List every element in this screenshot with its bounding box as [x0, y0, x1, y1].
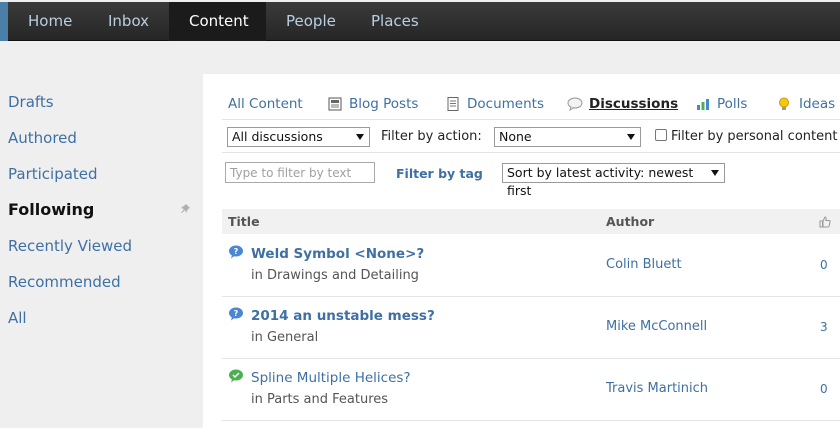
row-place[interactable]: in General — [251, 330, 318, 345]
row-title[interactable]: 2014 an unstable mess? — [251, 308, 435, 324]
sidebar-item-drafts[interactable]: Drafts — [8, 93, 54, 111]
table-row[interactable]: ? Weld Symbol <None>? in Drawings and De… — [222, 235, 840, 297]
personal-content-label: Filter by personal content — [671, 129, 838, 144]
column-author[interactable]: Author — [606, 214, 654, 229]
filter-action-select[interactable]: None — [494, 127, 641, 147]
speech-bubble-icon — [567, 97, 583, 111]
tab-discussions[interactable]: Discussions — [589, 96, 678, 112]
bar-chart-icon — [697, 99, 709, 110]
nav-inbox[interactable]: Inbox — [88, 2, 169, 41]
tabs-divider — [222, 119, 840, 120]
table-header — [222, 209, 840, 234]
tab-documents[interactable]: Documents — [467, 96, 544, 112]
row-author[interactable]: Travis Martinich — [606, 381, 708, 396]
nav-content[interactable]: Content — [169, 2, 266, 41]
top-nav-bar: Home Inbox Content People Places — [0, 2, 840, 41]
row-count: 3 — [820, 320, 828, 334]
question-icon: ? — [229, 307, 243, 321]
row-count: 0 — [820, 258, 828, 272]
table-row[interactable]: Spline Multiple Helices? in Parts and Fe… — [222, 359, 840, 421]
nav-accent — [0, 2, 8, 41]
question-icon: ? — [229, 245, 243, 259]
row-place[interactable]: in Parts and Features — [251, 392, 388, 407]
tab-polls[interactable]: Polls — [717, 96, 747, 112]
document-icon — [447, 97, 459, 111]
answered-icon — [229, 369, 243, 383]
row-title[interactable]: Spline Multiple Helices? — [251, 370, 411, 386]
nav-places[interactable]: Places — [350, 2, 434, 41]
row-title[interactable]: Weld Symbol <None>? — [251, 246, 424, 262]
discussion-type-select[interactable]: All discussions — [227, 127, 370, 147]
tab-ideas[interactable]: Ideas — [799, 96, 835, 112]
row-author[interactable]: Mike McConnell — [606, 319, 707, 334]
filter-by-tag-link[interactable]: Filter by tag — [396, 166, 483, 181]
nav-home[interactable]: Home — [8, 2, 88, 41]
sidebar-item-recommended[interactable]: Recommended — [8, 273, 121, 291]
tab-blog-posts[interactable]: Blog Posts — [349, 96, 418, 112]
text-filter-input[interactable] — [225, 162, 375, 183]
row-place[interactable]: in Drawings and Detailing — [251, 268, 419, 283]
personal-content-checkbox[interactable] — [655, 129, 667, 141]
sidebar-item-recently-viewed[interactable]: Recently Viewed — [8, 237, 132, 255]
thumbs-up-icon[interactable] — [819, 216, 831, 228]
svg-text:?: ? — [234, 247, 239, 256]
sidebar-item-participated[interactable]: Participated — [8, 165, 98, 183]
lightbulb-icon — [779, 97, 789, 110]
column-title[interactable]: Title — [228, 214, 260, 229]
table-row[interactable]: ? 2014 an unstable mess? in General Mike… — [222, 297, 840, 359]
filter-action-label: Filter by action: — [381, 129, 482, 144]
blog-icon — [328, 97, 342, 111]
sidebar-item-all[interactable]: All — [8, 309, 27, 327]
pin-icon[interactable] — [181, 204, 191, 214]
svg-text:?: ? — [234, 309, 239, 318]
nav-people[interactable]: People — [266, 2, 350, 41]
tab-all-content[interactable]: All Content — [228, 96, 303, 112]
sidebar-item-authored[interactable]: Authored — [8, 129, 77, 147]
sort-select[interactable]: Sort by latest activity: newest first — [502, 163, 725, 198]
sidebar-item-following[interactable]: Following — [8, 200, 94, 219]
row-author[interactable]: Colin Bluett — [606, 257, 682, 272]
filters-divider — [222, 152, 840, 153]
row-count: 0 — [820, 382, 828, 396]
